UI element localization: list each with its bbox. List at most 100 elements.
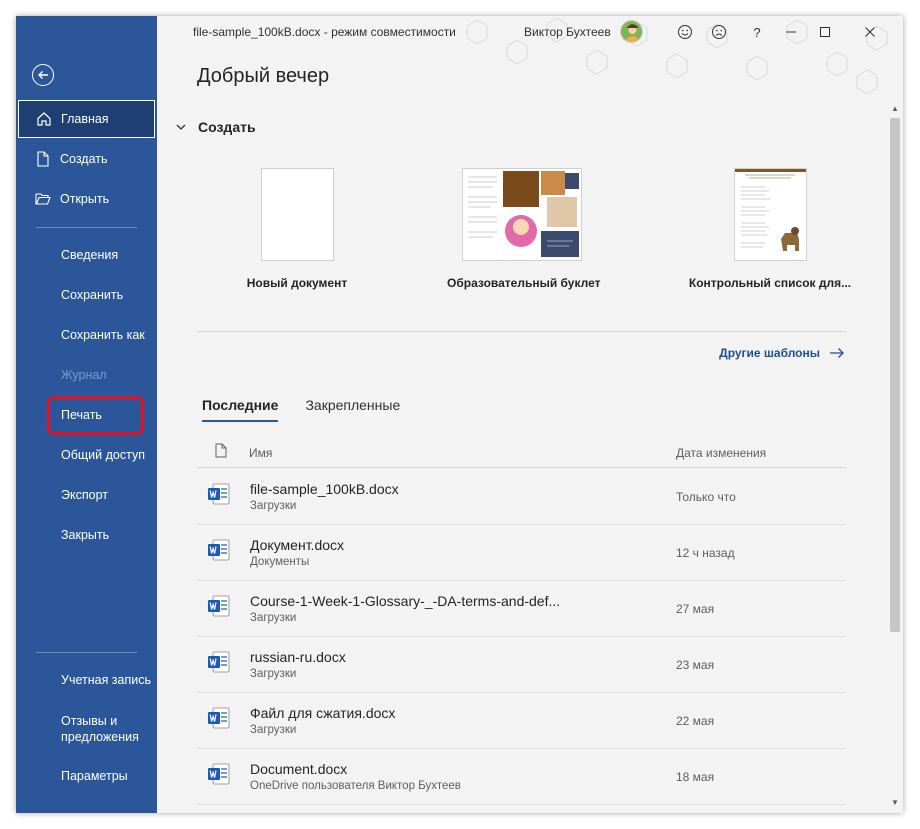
arrow-right-icon	[830, 348, 844, 358]
more-templates-label: Другие шаблоны	[719, 346, 820, 360]
file-location: OneDrive пользователя Виктор Бухтеев	[250, 780, 461, 792]
recent-pinned-tabs: Последние Закрепленные	[202, 397, 427, 422]
folder-open-icon	[34, 190, 52, 208]
file-modified-date: 18 мая	[676, 770, 715, 784]
file-modified-date: 23 мая	[676, 658, 715, 672]
sidebar-item-close[interactable]: Закрыть	[18, 516, 155, 554]
sidebar-item-label: Отзывы и	[61, 714, 118, 728]
table-row[interactable]: Course-1-Week-1-Glossary-_-DA-terms-and-…	[197, 580, 846, 637]
table-row[interactable]: Файл для сжатия.docx Загрузки 22 мая	[197, 692, 846, 749]
backstage-sidebar: Главная Создать Открыть Сведения Сохрани…	[16, 16, 157, 813]
file-name: Document.docx	[250, 761, 348, 777]
sidebar-divider	[36, 652, 137, 653]
table-row[interactable]: Документ.docx Документы 12 ч назад	[197, 524, 846, 581]
avatar[interactable]	[620, 20, 643, 43]
file-list-header: Имя Дата изменения	[197, 437, 846, 468]
sidebar-item-label: Закрыть	[61, 528, 110, 542]
user-name[interactable]: Виктор Бухтеев	[524, 25, 611, 39]
sidebar-item-label: Создать	[60, 152, 108, 166]
sidebar-item-label: Учетная запись	[61, 673, 152, 687]
sidebar-item-label: Главная	[61, 112, 109, 126]
template-educational-booklet[interactable]: Образовательный буклет	[447, 168, 601, 290]
sidebar-item-feedback[interactable]: Отзывы и предложения	[61, 713, 139, 745]
sidebar-item-options[interactable]: Параметры	[18, 757, 155, 795]
file-location: Загрузки	[250, 612, 297, 624]
sidebar-item-new[interactable]: Создать	[18, 140, 155, 178]
vertical-scrollbar[interactable]: ▲ ▼	[887, 100, 903, 813]
file-name: Course-1-Week-1-Glossary-_-DA-terms-and-…	[250, 593, 561, 609]
print-highlight-frame	[47, 396, 144, 435]
column-date-header[interactable]: Дата изменения	[676, 446, 766, 460]
sidebar-item-account[interactable]: Учетная запись	[18, 661, 155, 699]
title-bar: file-sample_100kB.docx - режим совместим…	[157, 16, 903, 95]
section-divider	[197, 331, 846, 332]
sidebar-item-label: Открыть	[60, 192, 110, 206]
sidebar-item-save[interactable]: Сохранить	[18, 276, 155, 314]
home-content: Создать Новый документ Образовательный б…	[165, 100, 887, 813]
scrollbar-thumb[interactable]	[890, 118, 900, 632]
word-document-icon	[207, 482, 231, 511]
file-location: Загрузки	[250, 724, 297, 736]
word-document-icon	[207, 762, 231, 791]
file-modified-date: Только что	[676, 490, 736, 504]
document-type-icon	[215, 443, 227, 458]
minimize-icon[interactable]	[781, 22, 801, 42]
template-label: Образовательный буклет	[447, 276, 601, 290]
scroll-down-arrow-icon[interactable]: ▼	[891, 798, 899, 807]
template-checklist[interactable]: Контрольный список для...	[680, 168, 860, 290]
word-window: Главная Создать Открыть Сведения Сохрани…	[16, 16, 903, 813]
file-modified-date: 27 мая	[676, 602, 715, 616]
file-location: Загрузки	[250, 500, 297, 512]
table-row[interactable]: file-sample_100kB.docx Загрузки Только что	[197, 468, 846, 525]
sidebar-item-label: Журнал	[61, 368, 107, 382]
tab-pinned[interactable]: Закрепленные	[305, 397, 400, 422]
back-arrow-icon[interactable]	[32, 64, 54, 86]
sidebar-item-open[interactable]: Открыть	[18, 180, 155, 218]
tab-recent[interactable]: Последние	[202, 397, 279, 422]
table-row[interactable]: Document.docx OneDrive пользователя Викто…	[197, 748, 846, 805]
sidebar-item-label: Экспорт	[61, 488, 108, 502]
file-name: russian-ru.docx	[250, 649, 346, 665]
document-title: file-sample_100kB.docx - режим совместим…	[193, 25, 456, 39]
checklist-thumbnail	[733, 168, 807, 261]
sidebar-item-save-as[interactable]: Сохранить как	[18, 316, 155, 354]
table-row[interactable]: Заголовок или название.docx	[197, 804, 846, 813]
file-name: Документ.docx	[250, 537, 345, 553]
scroll-up-arrow-icon[interactable]: ▲	[891, 104, 899, 113]
word-document-icon	[207, 594, 231, 623]
sidebar-divider	[36, 227, 137, 228]
sidebar-item-info[interactable]: Сведения	[18, 236, 155, 274]
create-section-header[interactable]: Создать	[175, 119, 256, 135]
word-document-icon	[207, 706, 231, 735]
table-row[interactable]: russian-ru.docx Загрузки 23 мая	[197, 636, 846, 693]
file-modified-date: 22 мая	[676, 714, 715, 728]
more-templates-link[interactable]: Другие шаблоны	[719, 346, 845, 360]
sidebar-item-label: Сохранить	[61, 288, 124, 302]
sidebar-item-home[interactable]: Главная	[18, 100, 155, 138]
word-document-icon	[207, 650, 231, 679]
create-heading: Создать	[198, 119, 256, 135]
sidebar-item-label: Общий доступ	[61, 448, 145, 462]
maximize-icon[interactable]	[815, 22, 835, 42]
sidebar-item-history: Журнал	[18, 356, 155, 394]
sidebar-item-share[interactable]: Общий доступ	[18, 436, 155, 474]
template-label: Контрольный список для...	[688, 276, 852, 290]
frown-feedback-icon[interactable]	[709, 22, 729, 42]
column-name-header[interactable]: Имя	[249, 446, 272, 460]
file-location: Загрузки	[250, 668, 297, 680]
sidebar-item-export[interactable]: Экспорт	[18, 476, 155, 514]
smile-feedback-icon[interactable]	[675, 22, 695, 42]
chevron-down-icon	[176, 124, 186, 130]
file-modified-date: 12 ч назад	[676, 546, 735, 560]
booklet-thumbnail	[462, 168, 582, 261]
help-icon[interactable]: ?	[747, 22, 767, 42]
blank-document-thumbnail	[260, 168, 334, 261]
close-icon[interactable]	[860, 22, 880, 42]
file-name: Файл для сжатия.docx	[250, 705, 396, 721]
sidebar-item-label: предложения	[61, 730, 139, 744]
home-icon	[35, 110, 53, 128]
page-title: Добрый вечер	[197, 65, 330, 87]
template-blank-document[interactable]: Новый документ	[237, 168, 357, 290]
file-name: file-sample_100kB.docx	[250, 481, 399, 497]
sidebar-item-label: Сведения	[61, 248, 119, 262]
